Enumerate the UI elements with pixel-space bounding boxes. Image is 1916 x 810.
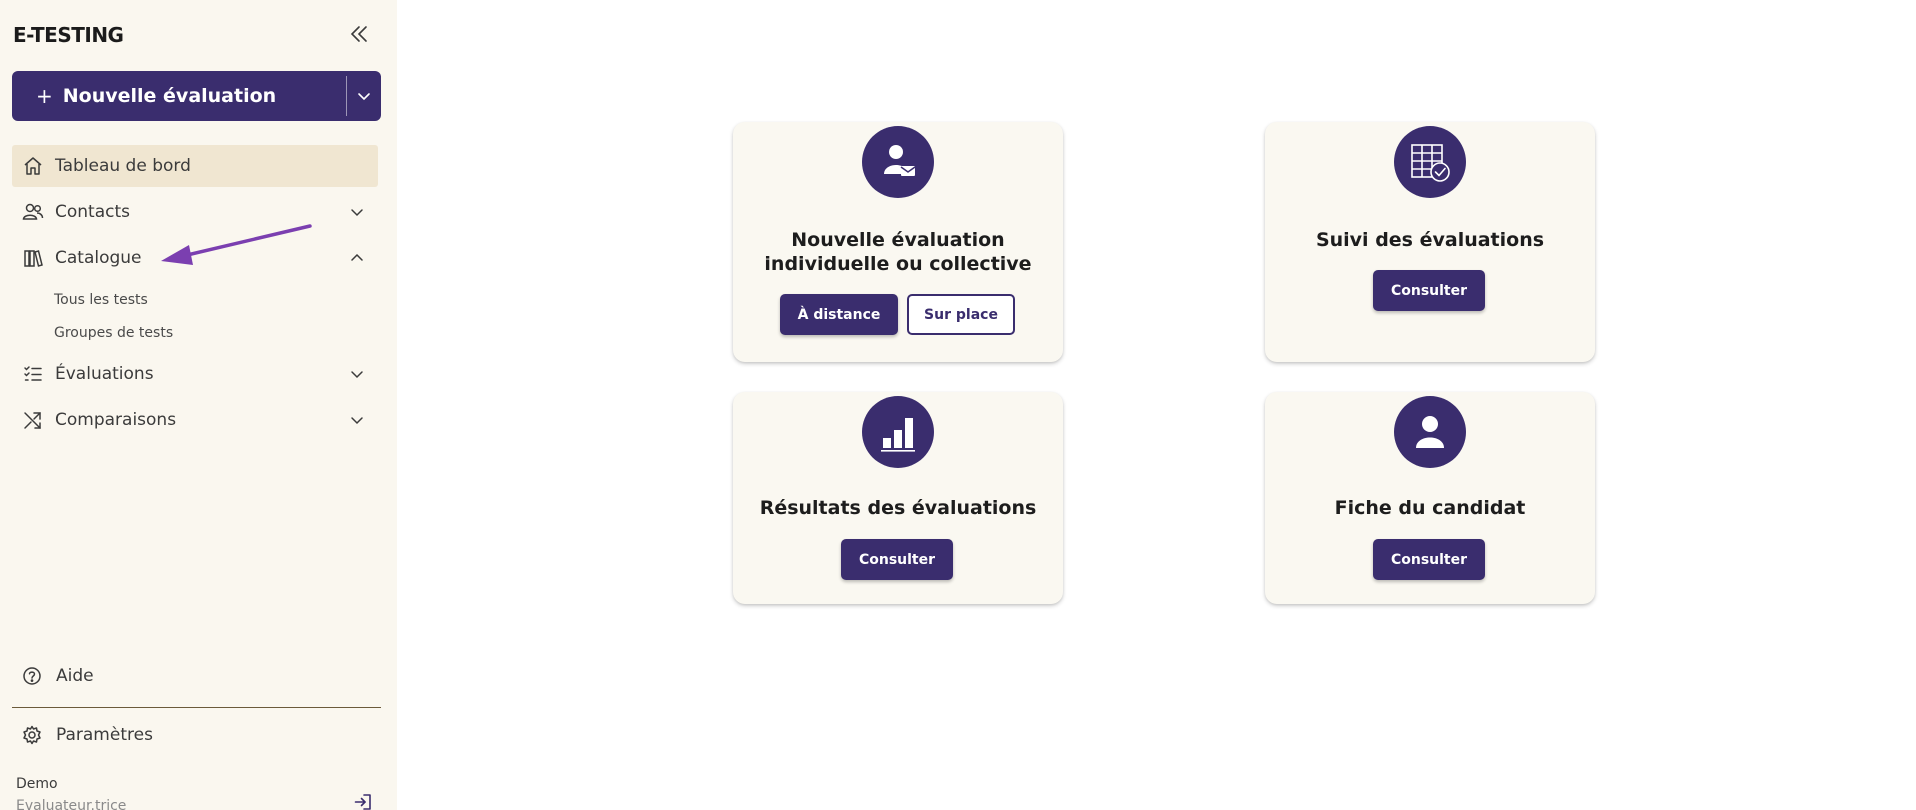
card-title: Nouvelle évaluation individuelle ou coll… [733,228,1063,276]
chevron-up-icon [348,249,366,267]
new-evaluation-split-button: + Nouvelle évaluation [12,71,381,121]
tracking-consult-button[interactable]: Consulter [1373,270,1485,311]
card-title-line2: individuelle ou collective [764,253,1032,275]
user-name: Demo [16,776,58,792]
chevron-down-icon [358,93,370,101]
chevron-down-icon [348,203,366,221]
chevron-down-icon [348,365,366,383]
card-title-line1: Nouvelle évaluation [791,229,1005,251]
card-new-evaluation: Nouvelle évaluation individuelle ou coll… [733,122,1063,362]
sidebar-item-evaluations[interactable]: Évaluations [12,353,378,395]
sidebar-item-label: Contacts [55,202,130,222]
list-check-icon [22,363,44,385]
home-icon [22,155,44,177]
help-link[interactable]: Aide [22,663,94,689]
sidebar-item-label: Comparaisons [55,410,177,430]
logout-icon [354,794,371,810]
shuffle-icon [22,409,44,431]
plus-icon: + [36,84,53,108]
settings-label: Paramètres [56,725,153,745]
logo: E-TESTING [13,23,124,47]
candidate-consult-button[interactable]: Consulter [1373,539,1485,580]
logout-button[interactable] [352,791,374,810]
sidebar-nav: Tableau de bord Contacts Catalogue Tous … [12,145,378,445]
sidebar-subitem-test-groups[interactable]: Groupes de tests [12,316,378,349]
sidebar-item-label: Catalogue [55,248,142,268]
person-icon [1394,396,1466,468]
books-icon [22,247,44,269]
new-evaluation-label: Nouvelle évaluation [62,85,277,107]
bar-chart-icon [862,396,934,468]
sidebar-item-label: Tableau de bord [55,156,191,176]
card-evaluation-tracking: Suivi des évaluations Consulter [1265,122,1595,362]
sidebar: E-TESTING + Nouvelle évaluation Tableau … [0,0,397,810]
sidebar-item-dashboard[interactable]: Tableau de bord [12,145,378,187]
user-role: Evaluateur.trice [16,798,127,810]
card-title: Fiche du candidat [1334,497,1526,519]
gear-icon [23,725,41,745]
card-candidate-profile: Fiche du candidat Consulter [1265,392,1595,604]
onsite-evaluation-button[interactable]: Sur place [907,294,1015,335]
help-label: Aide [56,666,94,686]
card-evaluation-results: Résultats des évaluations Consulter [733,392,1063,604]
new-evaluation-button[interactable]: + Nouvelle évaluation [12,71,346,121]
double-chevron-left-icon [350,26,367,42]
app-root: E-TESTING + Nouvelle évaluation Tableau … [0,0,1916,810]
card-title: Suivi des évaluations [1315,229,1545,251]
person-envelope-icon [862,126,934,198]
grid-check-icon [1394,126,1466,198]
remote-evaluation-button[interactable]: À distance [780,294,898,335]
settings-link[interactable]: Paramètres [22,722,153,748]
sidebar-item-comparaisons[interactable]: Comparaisons [12,399,378,441]
card-title: Résultats des évaluations [759,497,1037,519]
results-consult-button[interactable]: Consulter [841,539,953,580]
sidebar-subitem-all-tests[interactable]: Tous les tests [12,283,378,316]
chevron-down-icon [348,411,366,429]
sidebar-divider [12,707,381,708]
question-circle-icon [23,667,41,685]
users-icon [22,201,44,223]
new-evaluation-dropdown-button[interactable] [347,71,381,121]
sidebar-item-label: Évaluations [55,364,154,384]
collapse-sidebar-button[interactable] [346,21,372,47]
annotation-arrow [161,224,312,265]
